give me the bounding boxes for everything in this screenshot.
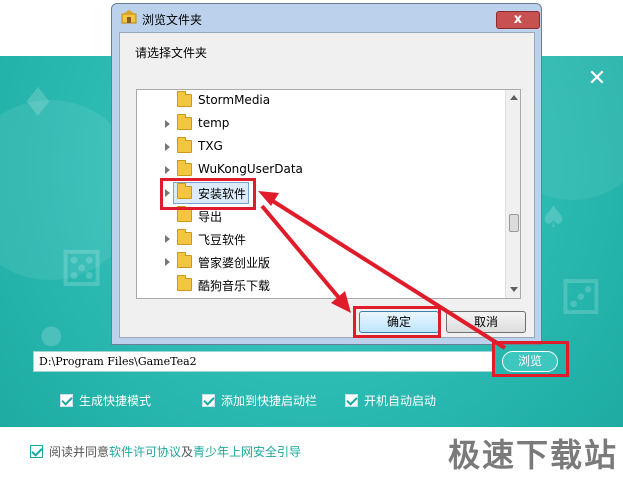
tree-item[interactable]: temp — [137, 113, 505, 135]
watermark-text: 极速下载站 — [448, 436, 619, 474]
option-label: 添加到快捷启动栏 — [221, 393, 318, 408]
folder-icon — [177, 229, 192, 245]
decor-coin-icon: ♦ — [20, 80, 56, 126]
install-path-input[interactable]: D:\Program Files\GameTea2 — [33, 351, 493, 372]
folder-icon — [177, 91, 192, 107]
checkbox-checked-icon[interactable] — [202, 393, 215, 407]
tree-item[interactable]: 管家婆创业版 — [137, 251, 505, 273]
tree-item-label: 导出 — [198, 210, 223, 224]
annotation-box-browse-button — [492, 341, 569, 377]
browse-folder-dialog: 浏览文件夹 x 请选择文件夹 StormMedia temp TXG WuKon… — [111, 3, 542, 345]
agreement-row[interactable]: 阅读并同意 软件许可协议 及 青少年上网安全引导 — [30, 443, 301, 460]
tree-scrollbar[interactable] — [505, 90, 520, 298]
decor-dice-icon: ⚄ — [60, 240, 104, 298]
scroll-up-icon[interactable] — [510, 95, 518, 100]
agree-checkbox[interactable] — [30, 445, 43, 458]
folder-icon — [177, 114, 192, 130]
decor-coin-icon: ● — [40, 320, 63, 350]
tree-item[interactable]: StormMedia — [137, 90, 505, 112]
tree-item-label: temp — [198, 116, 230, 130]
tree-item[interactable]: 飞豆软件 — [137, 228, 505, 250]
app-icon — [121, 10, 137, 24]
checkbox-checked-icon[interactable] — [345, 393, 358, 407]
option-create-shortcut[interactable]: 生成快捷模式 — [60, 392, 151, 408]
annotation-box-selected-folder — [160, 178, 256, 210]
installer-close-icon[interactable]: ✕ — [586, 68, 608, 90]
dialog-titlebar: 浏览文件夹 x — [112, 4, 541, 32]
dialog-prompt: 请选择文件夹 — [135, 46, 208, 60]
expand-arrow-icon[interactable] — [165, 120, 170, 128]
option-autostart[interactable]: 开机自动启动 — [345, 392, 436, 408]
scroll-thumb[interactable] — [509, 214, 519, 232]
folder-icon — [177, 206, 192, 222]
dialog-close-button[interactable]: x — [496, 11, 540, 29]
expand-arrow-icon[interactable] — [165, 143, 170, 151]
expand-arrow-icon[interactable] — [165, 258, 170, 266]
tree-item-label: WuKongUserData — [198, 162, 303, 176]
expand-arrow-icon[interactable] — [165, 235, 170, 243]
option-label: 开机自动启动 — [364, 393, 437, 408]
folder-icon — [177, 137, 192, 153]
folder-icon — [177, 252, 192, 268]
agree-prefix: 阅读并同意 — [49, 445, 110, 459]
tree-item-label: 管家婆创业版 — [198, 256, 271, 270]
cancel-button[interactable]: 取消 — [446, 311, 526, 333]
and-text: 及 — [181, 445, 194, 459]
decor-spade-icon: ♠ — [540, 200, 567, 235]
decor-dice-icon: ⚂ — [560, 270, 602, 326]
dialog-title: 浏览文件夹 — [142, 13, 203, 27]
tree-item-label: 飞豆软件 — [198, 233, 247, 247]
annotation-box-ok-button — [353, 306, 441, 338]
option-label: 生成快捷模式 — [79, 393, 152, 408]
folder-icon — [177, 275, 192, 291]
tree-item-label: StormMedia — [198, 93, 271, 107]
tree-item-label: 酷狗音乐下载 — [198, 279, 271, 293]
license-link[interactable]: 软件许可协议 — [109, 443, 181, 460]
scroll-down-icon[interactable] — [510, 287, 518, 292]
expand-arrow-icon[interactable] — [165, 166, 170, 174]
tree-item[interactable]: 酷狗音乐下载 — [137, 274, 505, 296]
option-add-quick-launch[interactable]: 添加到快捷启动栏 — [202, 392, 317, 408]
checkbox-checked-icon[interactable] — [60, 393, 73, 407]
safety-guide-link[interactable]: 青少年上网安全引导 — [193, 443, 301, 460]
folder-icon — [177, 160, 192, 176]
tree-item[interactable]: TXG — [137, 136, 505, 158]
tree-item-label: TXG — [198, 139, 223, 153]
